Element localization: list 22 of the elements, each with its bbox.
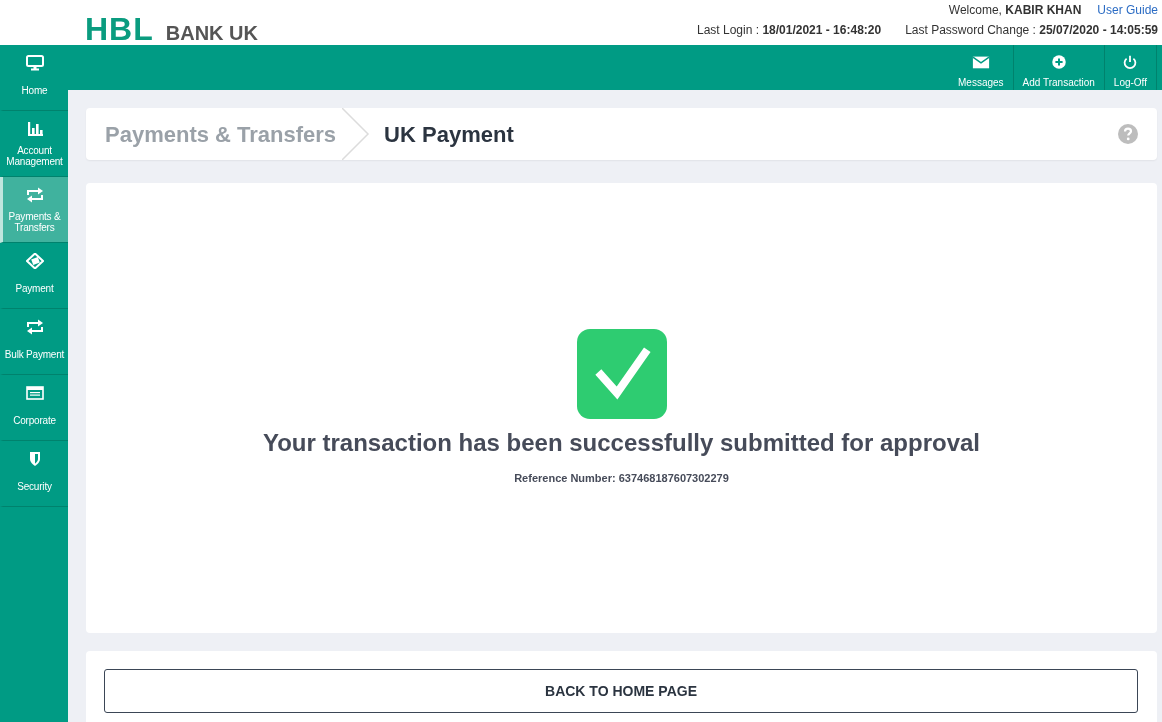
- last-password-change-text: Last Password Change : 25/07/2020 - 14:05:59: [905, 24, 1158, 36]
- swap-arrows-icon: [25, 319, 44, 335]
- help-icon: [1118, 124, 1138, 144]
- welcome-text: Welcome, KABIR KHAN: [948, 4, 1082, 16]
- check-icon: [576, 329, 667, 420]
- success-message: Your transaction has been successfully submitted for approval: [262, 429, 981, 459]
- monitor-icon: [25, 55, 44, 71]
- chevron-icon: [342, 108, 371, 160]
- swap-arrows-icon: [25, 187, 44, 203]
- logo: HBL BANK UK: [84, 10, 258, 45]
- user-guide-link[interactable]: User Guide: [1097, 4, 1158, 16]
- envelope-icon: [971, 54, 990, 70]
- plus-circle-icon: [1049, 54, 1068, 70]
- bar-chart-icon: [25, 121, 44, 137]
- back-button[interactable]: BACK TO HOME PAGE: [104, 669, 1138, 713]
- diamond-icon: [25, 253, 44, 269]
- sidebar-item[interactable]: Payments & Transfers: [0, 177, 68, 243]
- last-login-text: Last Login : 18/01/2021 - 16:48:20: [697, 24, 882, 36]
- page-title: UK Payment: [384, 120, 514, 149]
- reference-number-text: Reference Number: 637468187607302279: [514, 471, 729, 487]
- card-list-icon: [25, 385, 44, 401]
- breadcrumb-link[interactable]: Payments & Transfers: [105, 108, 337, 160]
